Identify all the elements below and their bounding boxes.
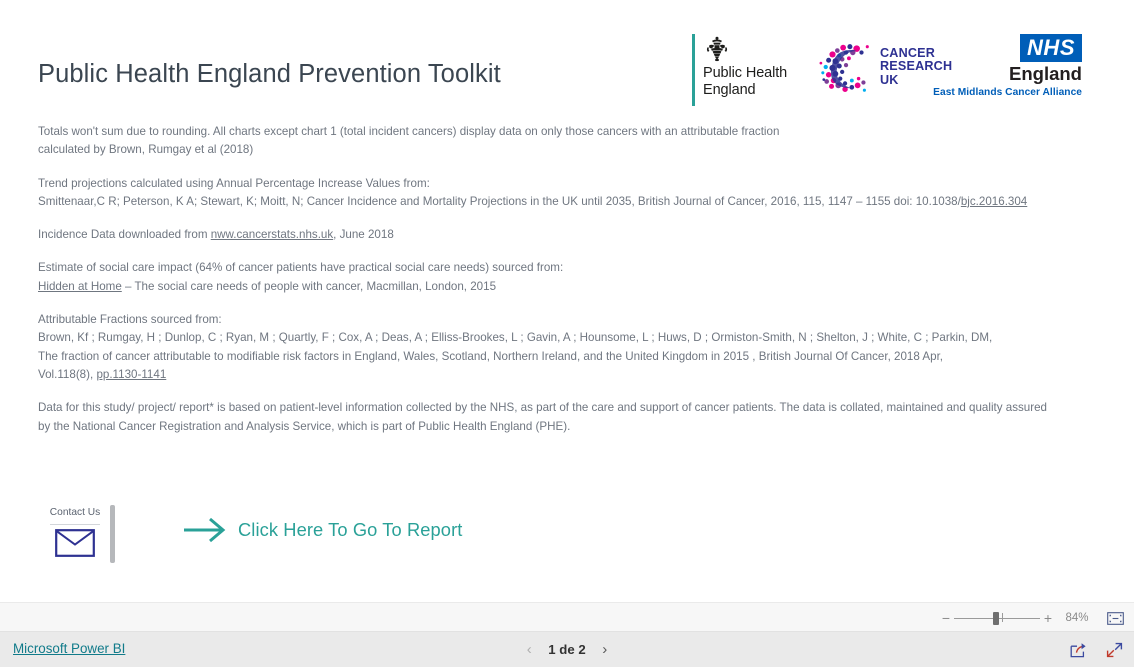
note-rounding: Totals won't sum due to rounding. All ch… [38,123,1078,160]
note-af-authors: Brown, Kf ; Rumgay, H ; Dunlop, C ; Ryan… [38,331,993,345]
note-rounding-line-1: Totals won't sum due to rounding. All ch… [38,125,780,138]
contact-scroll-handle[interactable] [110,505,115,563]
chevron-left-icon[interactable]: ‹ [522,642,536,657]
note-af-heading: Attributable Fractions sourced from: [38,313,222,327]
note-trend-citation: Smittenaar,C R; Peterson, K A; Stewart, … [38,193,1078,211]
note-social-care: Estimate of social care impact (64% of c… [38,259,1078,296]
zoom-out-button[interactable]: − [938,611,954,625]
report-canvas: Public Health England Prevention Toolkit [0,0,1134,602]
fit-to-page-icon [1106,611,1124,625]
nhs-region-label: England [1009,63,1082,84]
note-provenance-line-1: Data for this study/ project/ report* is… [38,401,1048,415]
note-trend-heading: Trend projections calculated using Annua… [38,176,430,190]
note-data-provenance: Data for this study/ project/ report* is… [38,399,1078,436]
note-af-pages: Vol.118(8), pp.1130-1141 [38,366,1078,384]
nhs-alliance-label: East Midlands Cancer Alliance [933,87,1082,98]
note-incidence-data: Incidence Data downloaded from nww.cance… [38,226,1078,244]
page-indicator: 1 de 2 [548,642,586,657]
right-arrow-icon[interactable] [183,515,229,545]
page-title: Public Health England Prevention Toolkit [38,60,501,88]
status-bar-actions [1068,632,1124,667]
note-af-title: The fraction of cancer attributable to m… [38,349,944,363]
go-to-report-button[interactable]: Click Here To Go To Report [183,515,462,545]
phe-logo: Public Health England [692,34,787,106]
note-social-care-suffix: – The social care needs of people with c… [121,279,497,293]
hidden-at-home-link[interactable]: Hidden at Home [38,280,122,293]
note-provenance-line-2: by the National Cancer Registration and … [38,419,571,433]
zoom-slider[interactable] [954,611,1040,625]
note-incidence-prefix: Incidence Data downloaded from [38,228,211,242]
nhs-england-logo: NHS England East Midlands Cancer Allianc… [932,34,1082,99]
fullscreen-button[interactable] [1104,640,1124,660]
status-bar: Microsoft Power BI ‹ 1 de 2 › [0,632,1134,667]
royal-crest-icon [706,36,728,62]
power-bi-report-viewer: Public Health England Prevention Toolkit [0,0,1134,667]
dotted-c-icon [819,44,869,92]
note-trend-projections: Trend projections calculated using Annua… [38,175,1078,212]
note-trend-citation-text: Smittenaar,C R; Peterson, K A; Stewart, … [38,194,961,208]
chevron-right-icon[interactable]: › [598,642,612,657]
contact-us-card[interactable]: Contact Us [46,506,104,557]
fullscreen-icon [1106,642,1122,657]
share-icon [1070,642,1086,657]
envelope-icon[interactable] [55,529,95,557]
zoom-toolbar: − + 84% [0,602,1134,632]
nhs-badge: NHS [1020,34,1082,62]
share-button[interactable] [1068,640,1088,660]
phe-name-line1: Public Health [703,65,788,81]
note-incidence-line: Incidence Data downloaded from nww.cance… [38,226,1078,244]
zoom-slider-thumb[interactable] [992,611,999,625]
phe-name-line2: England [703,81,756,98]
phe-accent-rule [692,34,695,106]
zoom-in-button[interactable]: + [1040,611,1056,625]
contact-divider [50,524,100,525]
contact-us-label: Contact Us [49,507,101,518]
zoom-controls: − + 84% [938,603,1126,633]
note-af-volume: Vol.118(8), [38,367,97,381]
logo-strip: Public Health England CANCER RESEARCH UK… [690,30,1082,110]
zoom-slider-tick [1001,613,1003,622]
note-attributable-fractions: Attributable Fractions sourced from: Bro… [38,311,1078,384]
go-to-report-label[interactable]: Click Here To Go To Report [238,519,462,541]
note-incidence-suffix: , June 2018 [333,228,394,242]
note-rounding-line-2: calculated by Brown, Rumgay et al (2018) [38,143,254,157]
doi-link[interactable]: bjc.2016.304 [961,195,1027,208]
note-social-care-heading: Estimate of social care impact (64% of c… [38,261,564,275]
note-social-care-citation: Hidden at Home – The social care needs o… [38,278,1078,296]
pages-link[interactable]: pp.1130-1141 [96,368,166,381]
fit-to-page-button[interactable] [1104,609,1126,627]
cancerstats-link[interactable]: nww.cancerstats.nhs.uk [211,228,333,241]
notes-section: Totals won't sum due to rounding. All ch… [38,123,1078,451]
page-navigation: ‹ 1 de 2 › [522,632,611,667]
zoom-level-value: 84% [1065,612,1089,624]
microsoft-power-bi-link[interactable]: Microsoft Power BI [13,641,125,656]
